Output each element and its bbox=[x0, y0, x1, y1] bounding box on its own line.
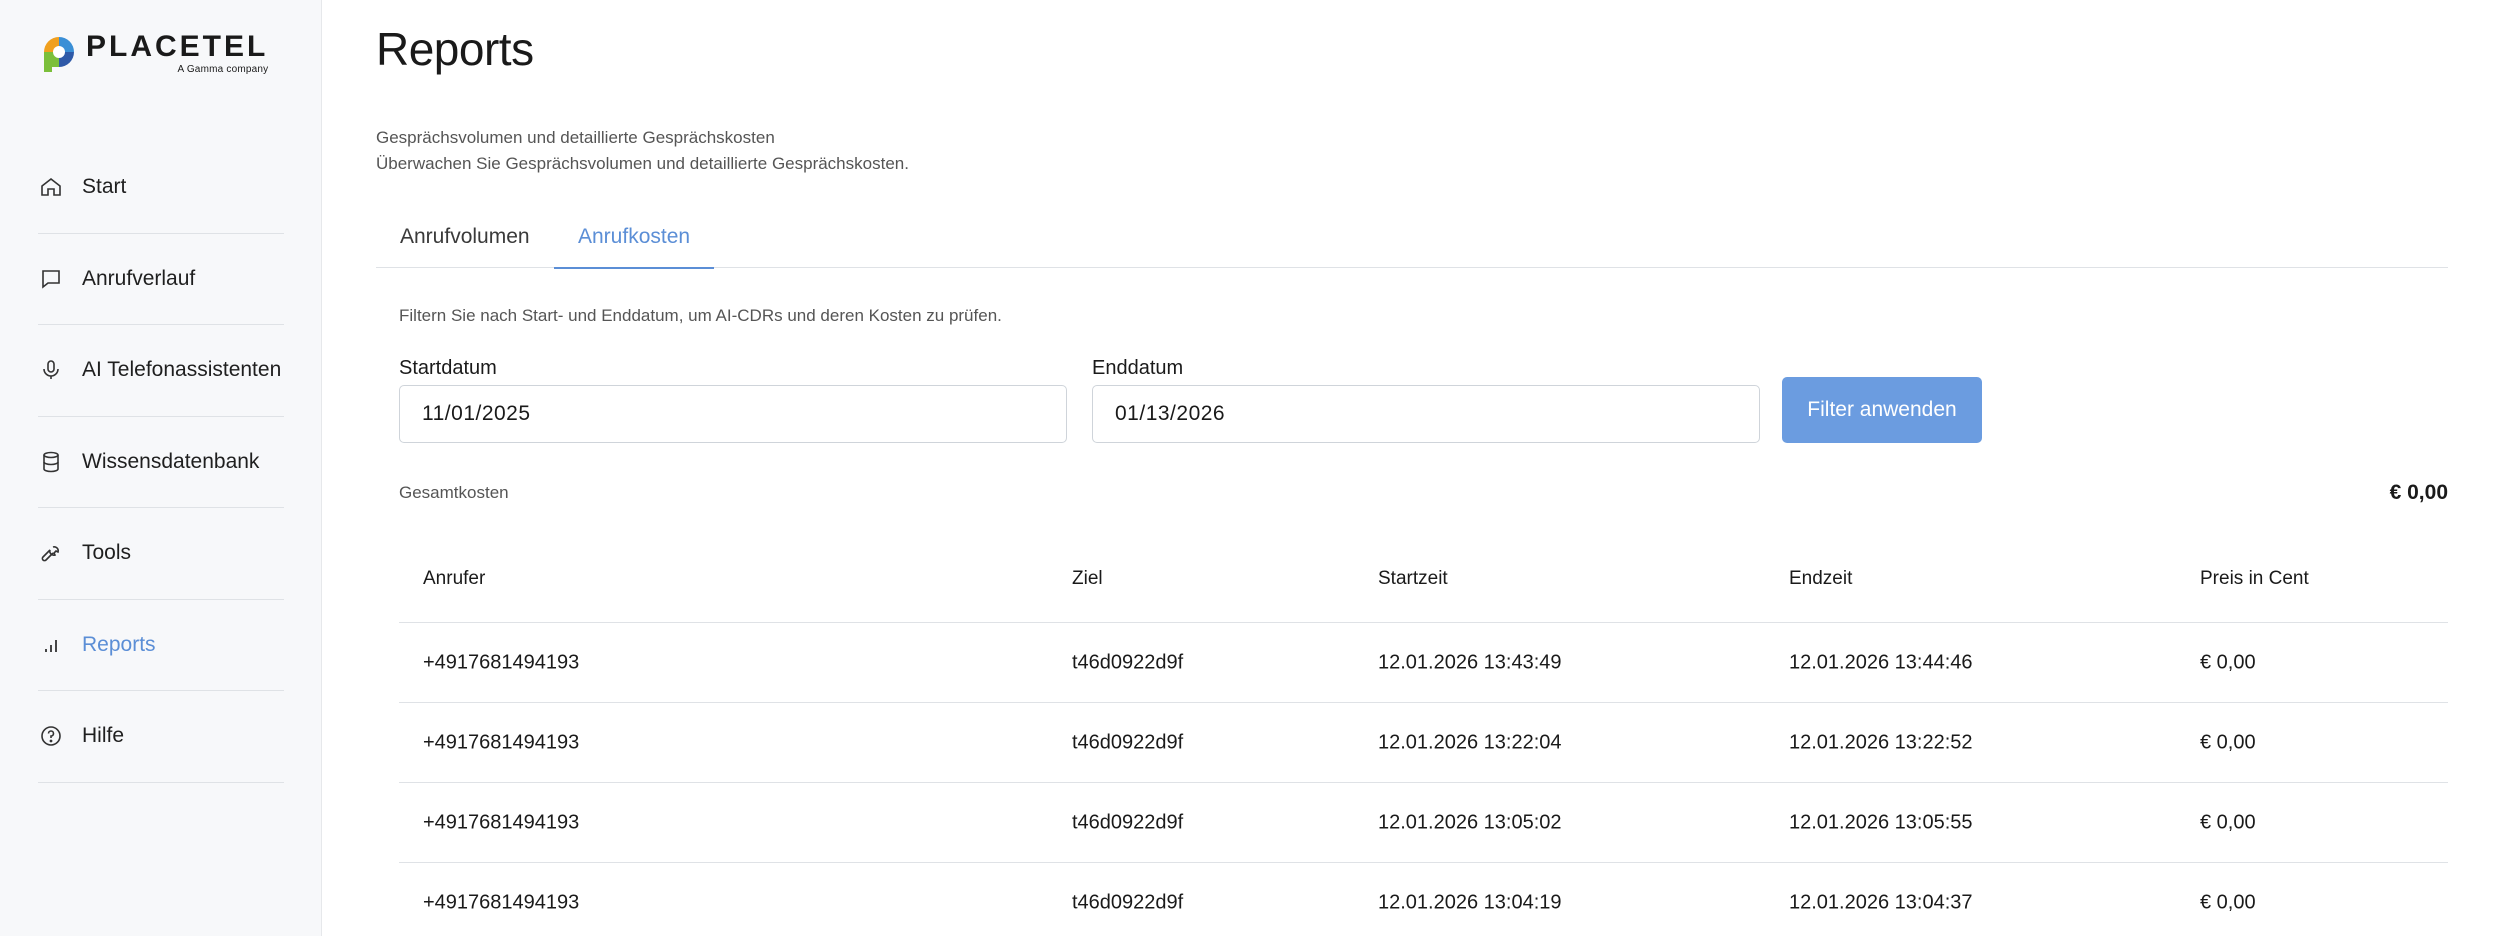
subtitle-line-1: Gesprächsvolumen und detaillierte Gesprä… bbox=[376, 128, 775, 147]
cell-startzeit: 12.01.2026 13:43:49 bbox=[1378, 651, 1562, 673]
table-header: Anrufer Ziel Startzeit Endzeit Preis in … bbox=[399, 536, 2448, 623]
sidebar-item-tools[interactable]: Tools bbox=[38, 508, 284, 600]
sidebar-item-ai-telefonassistenten[interactable]: AI Telefonassistenten bbox=[38, 325, 284, 417]
cell-ziel: t46d0922d9f bbox=[1072, 731, 1184, 753]
sidebar-item-wissensdatenbank[interactable]: Wissensdatenbank bbox=[38, 417, 284, 508]
help-circle-icon bbox=[38, 723, 64, 749]
bar-chart-icon bbox=[38, 632, 64, 658]
sidebar-nav: Start Anrufverlauf AI Telefonassistenten… bbox=[38, 142, 284, 783]
cell-ziel: t46d0922d9f bbox=[1072, 811, 1184, 833]
sidebar-item-label: Reports bbox=[82, 632, 156, 656]
logo-tagline: A Gamma company bbox=[177, 64, 269, 75]
page-title: Reports bbox=[376, 23, 534, 75]
wrench-icon bbox=[38, 540, 64, 566]
microphone-icon bbox=[38, 357, 64, 383]
cell-ziel: t46d0922d9f bbox=[1072, 651, 1184, 673]
tab-anrufvolumen[interactable]: Anrufvolumen bbox=[376, 206, 554, 268]
chat-icon bbox=[38, 266, 64, 292]
cell-ziel: t46d0922d9f bbox=[1072, 891, 1184, 913]
total-cost-value: € 0,00 bbox=[2389, 481, 2448, 504]
cell-endzeit: 12.01.2026 13:44:46 bbox=[1789, 651, 1973, 673]
sidebar-item-label: Hilfe bbox=[82, 724, 125, 748]
cell-startzeit: 12.01.2026 13:04:19 bbox=[1378, 891, 1562, 913]
sidebar-item-anrufverlauf[interactable]: Anrufverlauf bbox=[38, 234, 284, 325]
sidebar-item-label: Anrufverlauf bbox=[82, 266, 196, 290]
header-ziel[interactable]: Ziel bbox=[1072, 568, 1103, 590]
total-cost-label: Gesamtkosten bbox=[399, 483, 509, 502]
sidebar-item-reports[interactable]: Reports bbox=[38, 600, 284, 691]
start-date-input[interactable] bbox=[399, 385, 1067, 443]
cell-preis: € 0,00 bbox=[2200, 891, 2256, 913]
home-icon bbox=[38, 174, 64, 200]
header-preis[interactable]: Preis in Cent bbox=[2200, 568, 2309, 590]
sidebar-item-start[interactable]: Start bbox=[38, 142, 284, 234]
logo-mark-icon bbox=[42, 32, 76, 72]
sidebar-item-label: Wissensdatenbank bbox=[82, 449, 260, 473]
cell-endzeit: 12.01.2026 13:22:52 bbox=[1789, 731, 1973, 753]
cell-startzeit: 12.01.2026 13:05:02 bbox=[1378, 811, 1562, 833]
table-row[interactable]: +4917681494193 t46d0922d9f 12.01.2026 13… bbox=[399, 703, 2448, 783]
database-icon bbox=[38, 449, 64, 475]
filter-hint: Filtern Sie nach Start- und Enddatum, um… bbox=[399, 306, 1002, 325]
cell-anrufer: +4917681494193 bbox=[423, 651, 580, 673]
start-date-label: Startdatum bbox=[399, 357, 497, 379]
header-anrufer[interactable]: Anrufer bbox=[423, 568, 485, 590]
cell-preis: € 0,00 bbox=[2200, 651, 2256, 673]
report-tabs: Anrufvolumen Anrufkosten bbox=[376, 206, 2448, 269]
end-date-input[interactable] bbox=[1092, 385, 1760, 443]
sidebar-item-label: Start bbox=[82, 175, 127, 199]
table-row[interactable]: +4917681494193 t46d0922d9f 12.01.2026 13… bbox=[399, 863, 2448, 936]
cell-anrufer: +4917681494193 bbox=[423, 731, 580, 753]
header-endzeit[interactable]: Endzeit bbox=[1789, 568, 1852, 590]
sidebar-item-label: AI Telefonassistenten bbox=[82, 358, 282, 382]
cell-anrufer: +4917681494193 bbox=[423, 891, 580, 913]
end-date-label: Enddatum bbox=[1092, 357, 1184, 379]
sidebar-item-label: Tools bbox=[82, 541, 132, 565]
cell-startzeit: 12.01.2026 13:22:04 bbox=[1378, 731, 1562, 753]
tab-anrufkosten[interactable]: Anrufkosten bbox=[554, 206, 715, 269]
cell-endzeit: 12.01.2026 13:04:37 bbox=[1789, 891, 1973, 913]
placetel-logo[interactable]: PLACETEL A Gamma company bbox=[42, 32, 268, 75]
logo-wordmark: PLACETEL bbox=[86, 30, 269, 63]
cell-preis: € 0,00 bbox=[2200, 731, 2256, 753]
sidebar-item-hilfe[interactable]: Hilfe bbox=[38, 691, 284, 783]
cost-table: Anrufer Ziel Startzeit Endzeit Preis in … bbox=[399, 536, 2448, 936]
subtitle-line-2: Überwachen Sie Gesprächsvolumen und deta… bbox=[376, 154, 909, 173]
cell-preis: € 0,00 bbox=[2200, 811, 2256, 833]
table-row[interactable]: +4917681494193 t46d0922d9f 12.01.2026 13… bbox=[399, 783, 2448, 863]
sidebar: PLACETEL A Gamma company Start Anrufverl… bbox=[0, 0, 322, 936]
cell-anrufer: +4917681494193 bbox=[423, 811, 580, 833]
header-startzeit[interactable]: Startzeit bbox=[1378, 568, 1448, 590]
table-row[interactable]: +4917681494193 t46d0922d9f 12.01.2026 13… bbox=[399, 623, 2448, 703]
page-subtitle: Gesprächsvolumen und detaillierte Gesprä… bbox=[376, 125, 909, 177]
cell-endzeit: 12.01.2026 13:05:55 bbox=[1789, 811, 1973, 833]
apply-filter-button[interactable]: Filter anwenden bbox=[1782, 377, 1982, 443]
